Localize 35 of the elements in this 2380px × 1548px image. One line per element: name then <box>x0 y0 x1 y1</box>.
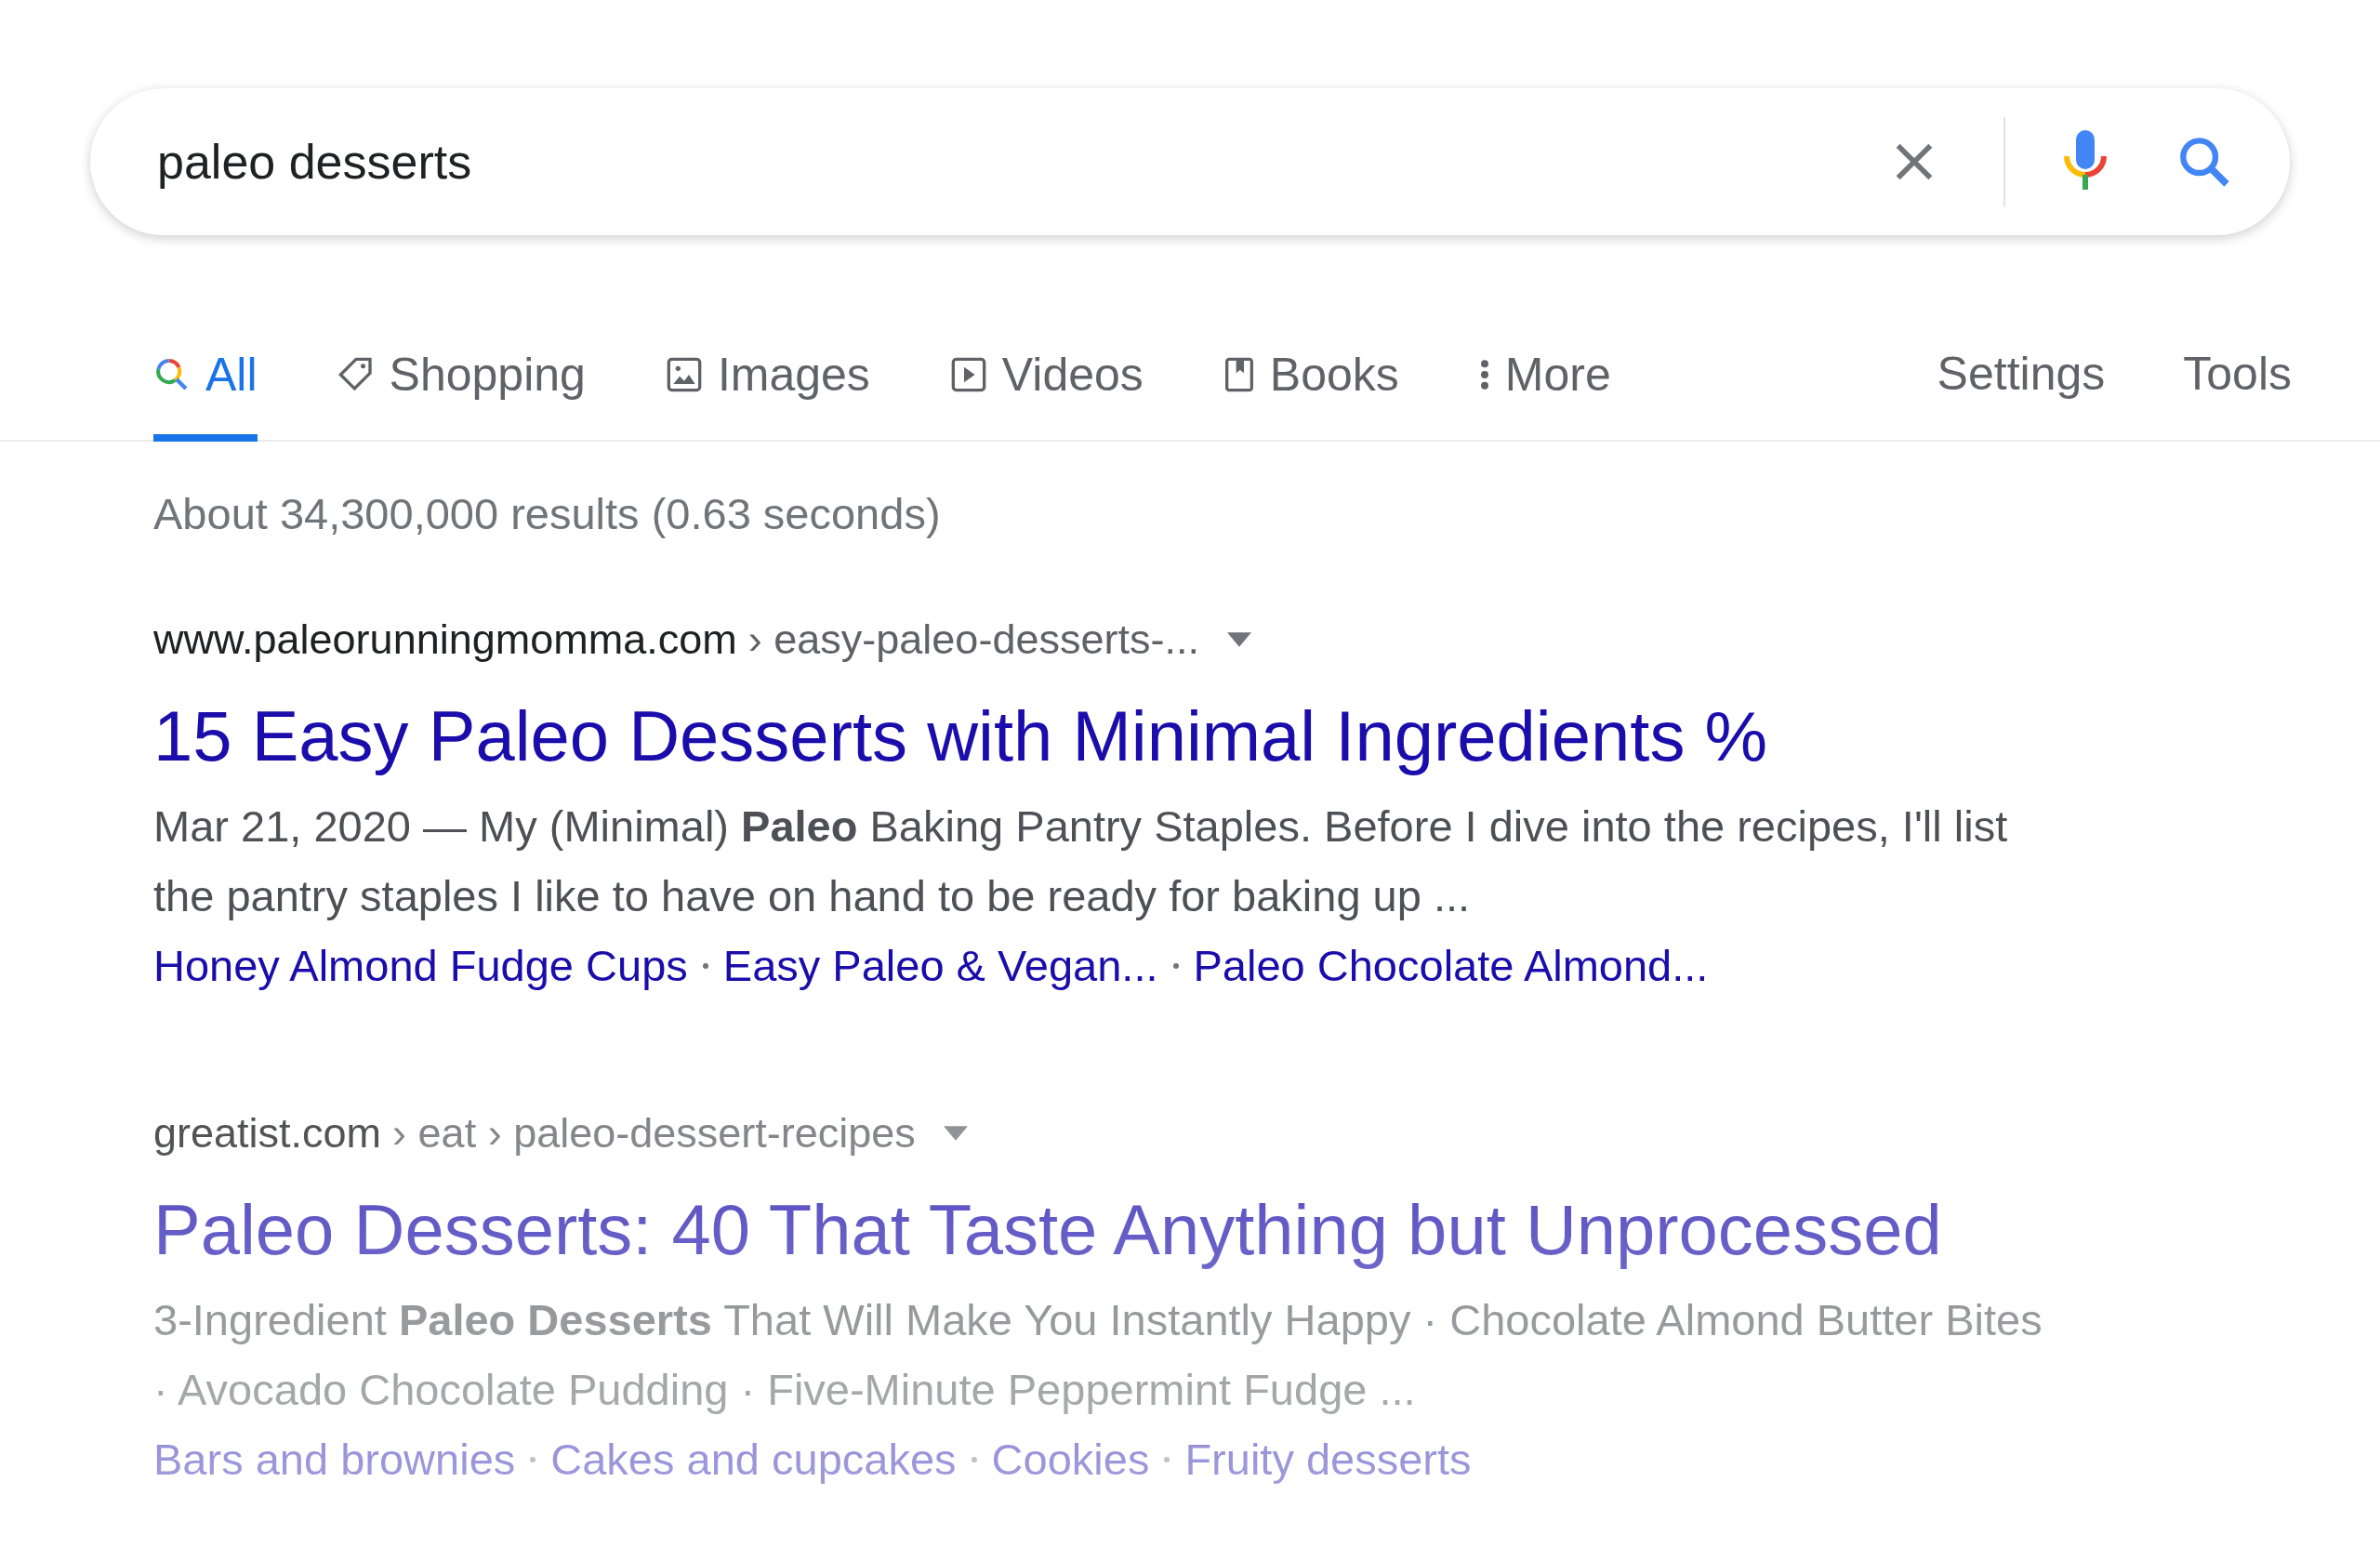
result-path: › easy-paleo-desserts-... <box>747 615 1199 664</box>
separator-dot <box>702 962 708 969</box>
search-tab[interactable]: Videos <box>949 323 1144 442</box>
search-tab[interactable]: Books <box>1223 323 1399 442</box>
result-title[interactable]: Paleo Desserts: 40 That Taste Anything but Unprocessed <box>153 1189 1942 1270</box>
sitelink[interactable]: Paleo Chocolate Almond... <box>1193 931 1709 1000</box>
tool-link[interactable]: Settings <box>1937 323 2106 440</box>
result-snippet: · Avocado Chocolate Pudding · Five-Minute Peppermint Fudge ... <box>153 1364 1417 1416</box>
search-tab[interactable]: More <box>1478 323 1611 442</box>
result-snippet: Mar 21, 2020 — My (Minimal) Paleo Baking Pantry Staples. Before I dive into the recipes, I'll list <box>153 800 2009 853</box>
image-icon <box>665 356 703 393</box>
separator-dot <box>971 1456 977 1462</box>
search-input[interactable]: paleo desserts <box>155 133 1890 191</box>
separator-dot <box>530 1456 536 1462</box>
dropdown-caret-icon[interactable] <box>1226 632 1251 647</box>
sitelink[interactable]: Easy Paleo & Vegan... <box>722 931 1158 1000</box>
result-site: greatist.com <box>153 1109 382 1158</box>
separator-dot <box>1172 962 1179 969</box>
result-path: › eat › paleo-dessert-recipes <box>392 1109 916 1158</box>
play-icon <box>949 356 987 393</box>
result-site: www.paleorunningmomma.com <box>153 615 737 664</box>
tag-icon <box>337 356 375 393</box>
search-field[interactable]: paleo desserts <box>90 88 2290 235</box>
result-title[interactable]: 15 Easy Paleo Desserts with Minimal Ingredients % <box>153 695 1768 776</box>
dropdown-caret-icon[interactable] <box>943 1126 968 1141</box>
sitelink[interactable]: Honey Almond Fudge Cups <box>153 931 688 1000</box>
search-tab[interactable]: Images <box>665 323 870 442</box>
result-snippet: 3-Ingredient Paleo Desserts That Will Make You Instantly Happy · Chocolate Almond Butter Bites <box>153 1294 2043 1346</box>
search-tab[interactable]: All <box>153 323 258 442</box>
separator-dot <box>1164 1456 1170 1462</box>
search-tab[interactable]: Shopping <box>337 323 586 442</box>
tool-link[interactable]: Tools <box>2183 323 2292 440</box>
book-icon <box>1223 356 1255 393</box>
result-snippet: the pantry staples I like to have on hand to be ready for baking up ... <box>153 870 1472 922</box>
result-stats: About 34,300,000 results (0.63 seconds) <box>153 488 942 539</box>
